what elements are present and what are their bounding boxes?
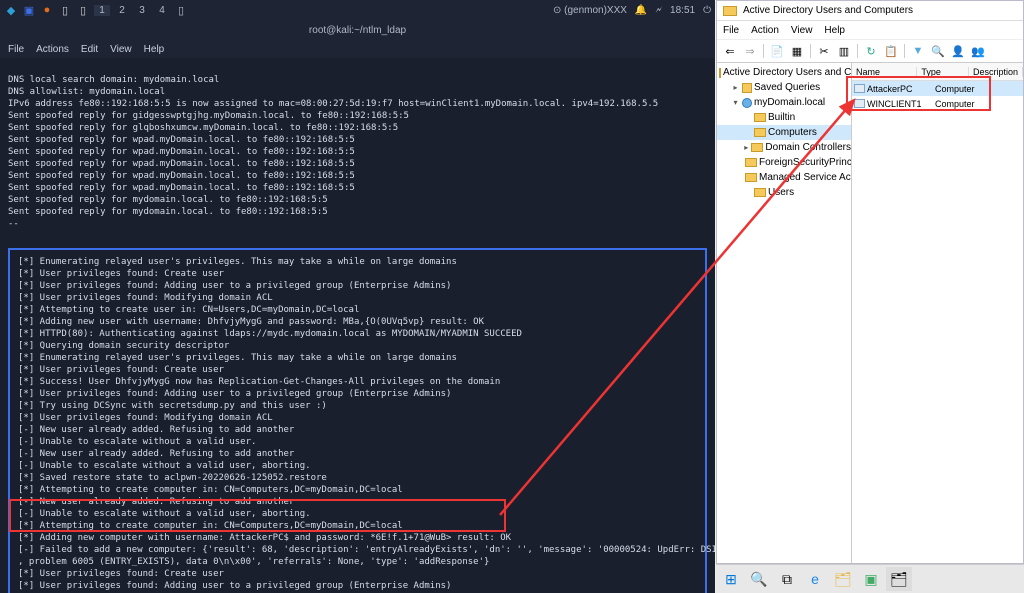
forward-button[interactable]: ⇒ [741, 42, 759, 60]
add-group-button[interactable]: 👥 [969, 42, 987, 60]
find-button[interactable]: 🔍 [929, 42, 947, 60]
terminal-menubar: File Actions Edit View Help [0, 40, 715, 58]
workspace-button[interactable]: 2 [114, 5, 130, 16]
refresh-button[interactable]: ↻ [862, 42, 880, 60]
open-apps-icon[interactable]: ▯ [174, 3, 188, 17]
show-hide-tree-button[interactable]: ▦ [788, 42, 806, 60]
workspace-button[interactable]: 4 [154, 5, 170, 16]
highlight-attackerpc-entry [846, 76, 991, 111]
workspace-button[interactable]: 1 [94, 5, 110, 16]
col-name[interactable]: Name [852, 67, 917, 77]
menu-edit[interactable]: Edit [81, 44, 98, 55]
tree-domain[interactable]: ▾myDomain.local [717, 95, 851, 110]
menu-help[interactable]: Help [144, 44, 165, 55]
kali-logo-icon[interactable]: ◆ [4, 3, 18, 17]
search-button[interactable]: 🔍 [746, 567, 772, 591]
windows-taskbar: ⊞ 🔍 ⧉ e 🗂 ▣ 🗂 [716, 564, 1024, 593]
explorer-button[interactable]: 🗂 [830, 567, 856, 591]
tree-domain-controllers[interactable]: ▸Domain Controllers [717, 140, 851, 155]
firefox-icon[interactable]: ● [40, 3, 54, 17]
kali-panel: ◆ ▣ ● ▯ ▯ 1 2 3 4 ▯ ⊙ (genmon)XXX 🔔 🗲 18… [0, 0, 715, 20]
aduc-tree[interactable]: Active Directory Users and Computers ▸Sa… [717, 63, 852, 563]
task-view-button[interactable]: ⧉ [774, 567, 800, 591]
notifications-icon[interactable]: 🔔 [635, 5, 647, 16]
aduc-app-icon [723, 6, 737, 16]
tree-builtin[interactable]: Builtin [717, 110, 851, 125]
collapse-icon[interactable]: ▾ [731, 98, 740, 107]
clock: 18:51 [670, 5, 695, 16]
server-manager-button[interactable]: ▣ [858, 567, 884, 591]
domain-icon [742, 98, 752, 108]
properties-button[interactable]: ▥ [835, 42, 853, 60]
tree-users[interactable]: Users [717, 185, 851, 200]
menu-view[interactable]: View [791, 25, 813, 36]
back-button[interactable]: ⇐ [721, 42, 739, 60]
terminal-output[interactable]: DNS local search domain: mydomain.local … [0, 58, 715, 593]
tree-managed-service-accounts[interactable]: Managed Service Accounts [717, 170, 851, 185]
workspace-button[interactable]: 3 [134, 5, 150, 16]
file-manager-icon[interactable]: ▣ [22, 3, 36, 17]
menu-actions[interactable]: Actions [36, 44, 69, 55]
add-user-button[interactable]: 👤 [949, 42, 967, 60]
tree-foreign-security-principals[interactable]: ForeignSecurityPrincipals [717, 155, 851, 170]
battery-icon[interactable]: 🗲 [655, 5, 662, 16]
aduc-menubar: File Action View Help [717, 21, 1023, 39]
folder-icon [754, 128, 766, 137]
folder-icon [742, 83, 752, 93]
ie-button[interactable]: e [802, 567, 828, 591]
logout-icon[interactable]: ⏻ [703, 5, 711, 16]
menu-file[interactable]: File [8, 44, 24, 55]
folder-icon [754, 188, 766, 197]
tree-computers[interactable]: Computers [717, 125, 851, 140]
expand-icon[interactable]: ▸ [743, 143, 749, 152]
aduc-taskbar-button[interactable]: 🗂 [886, 567, 912, 591]
kali-desktop: ◆ ▣ ● ▯ ▯ 1 2 3 4 ▯ ⊙ (genmon)XXX 🔔 🗲 18… [0, 0, 715, 593]
filter-button[interactable]: ▼ [909, 42, 927, 60]
menu-help[interactable]: Help [824, 25, 845, 36]
aduc-title-text: Active Directory Users and Computers [743, 5, 913, 16]
folder-icon [751, 143, 763, 152]
menu-view[interactable]: View [110, 44, 132, 55]
tree-saved-queries[interactable]: ▸Saved Queries [717, 80, 851, 95]
folder-icon [754, 113, 766, 122]
aduc-listview[interactable]: Name Type Description AttackerPC Compute… [852, 63, 1023, 563]
aduc-toolbar: ⇐ ⇒ 📄 ▦ ✂ ▥ ↻ 📋 ▼ 🔍 👤 👥 [717, 39, 1023, 63]
expand-icon[interactable]: ▸ [731, 83, 740, 92]
start-button[interactable]: ⊞ [718, 567, 744, 591]
aduc-titlebar: Active Directory Users and Computers [717, 1, 1023, 21]
folder-icon [745, 158, 757, 167]
menu-action[interactable]: Action [751, 25, 779, 36]
folder-icon [745, 173, 757, 182]
menu-file[interactable]: File [723, 25, 739, 36]
terminal-indicator-icon[interactable]: ▯ [58, 3, 72, 17]
col-type[interactable]: Type [917, 67, 969, 77]
highlight-attackerpc-line [9, 499, 506, 532]
cut-button[interactable]: ✂ [815, 42, 833, 60]
term-output-block-1: DNS local search domain: mydomain.local … [8, 74, 707, 230]
up-button[interactable]: 📄 [768, 42, 786, 60]
terminal-title: root@kali:~/ntlm_ldap [0, 20, 715, 40]
col-description[interactable]: Description [969, 67, 1023, 77]
export-button[interactable]: 📋 [882, 42, 900, 60]
folder-icon [719, 68, 721, 78]
term-output-block-2: [*] Enumerating relayed user's privilege… [8, 248, 707, 593]
tree-root[interactable]: Active Directory Users and Computers [717, 65, 851, 80]
terminal-window-icon[interactable]: ▯ [76, 3, 90, 17]
genmon-label: ⊙ (genmon)XXX [553, 5, 627, 16]
